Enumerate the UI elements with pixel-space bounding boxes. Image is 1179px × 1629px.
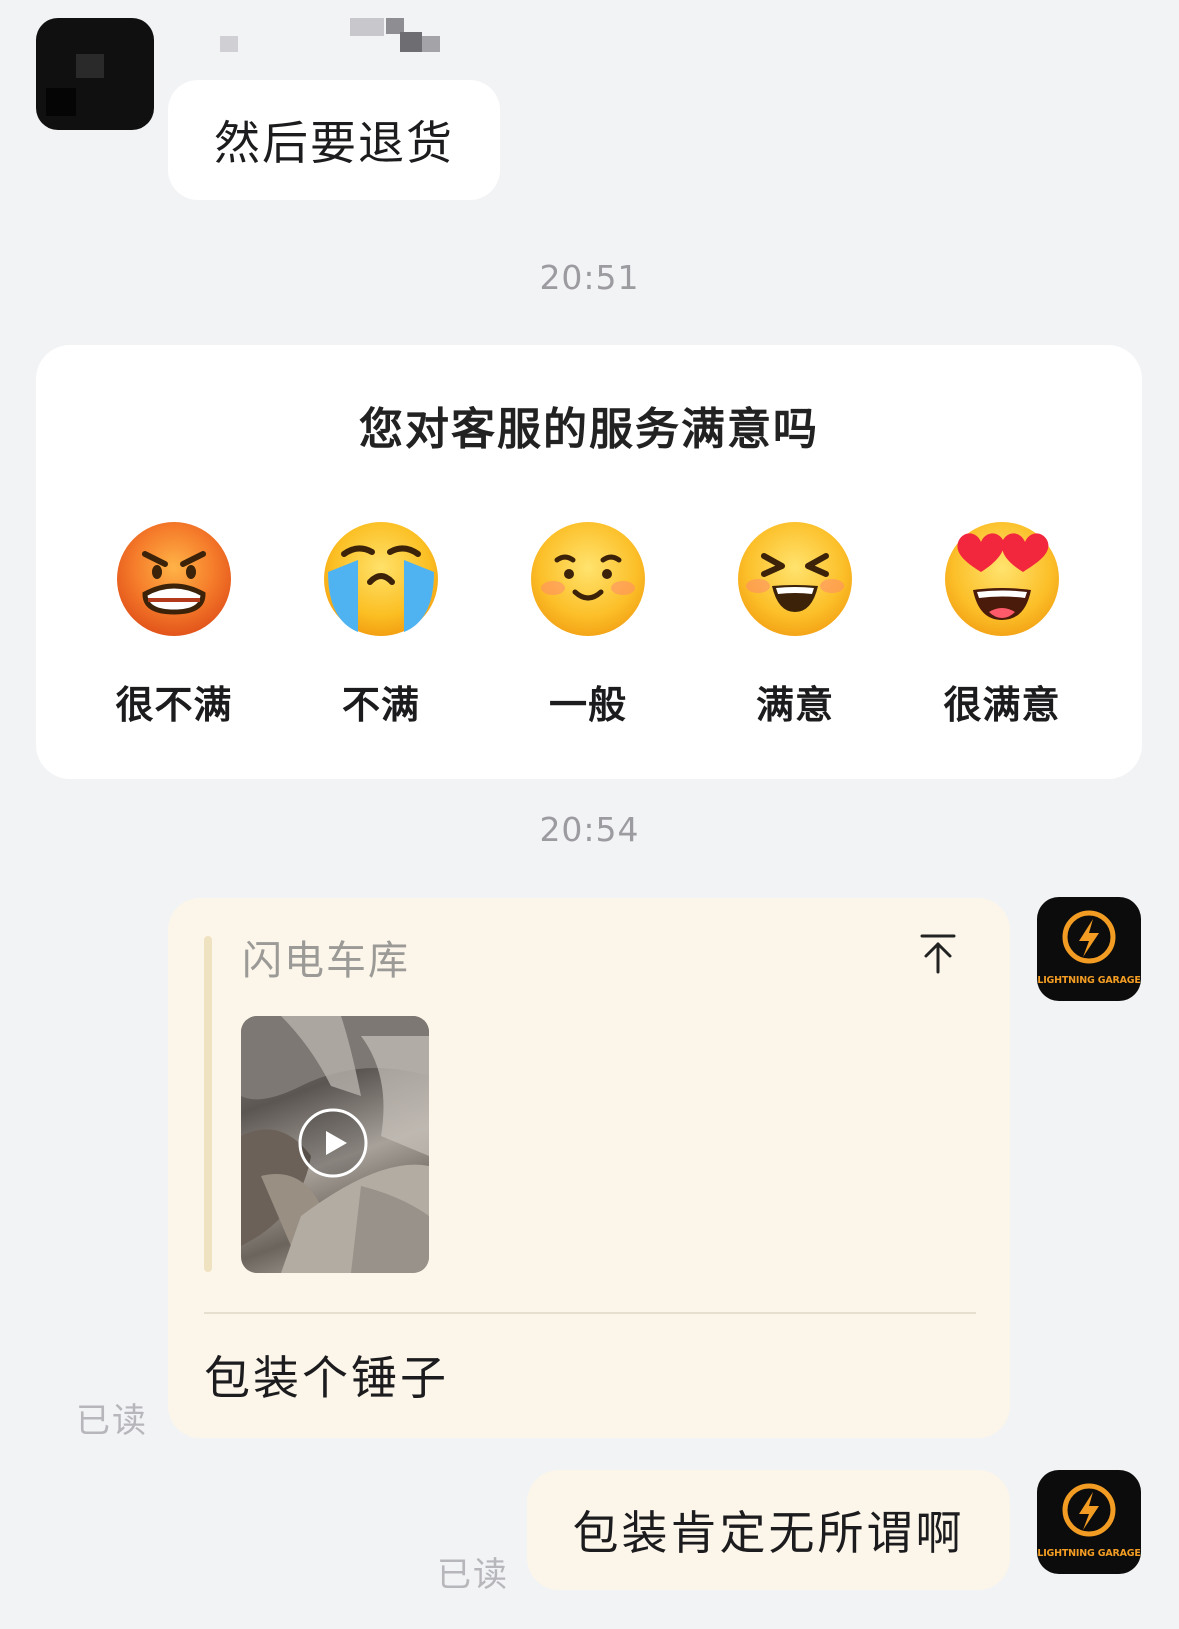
scroll-to-quote-icon[interactable] — [918, 932, 958, 976]
brand-text: LIGHTNING GARAGE — [1037, 1548, 1141, 1559]
video-thumbnail[interactable] — [241, 1016, 429, 1273]
rating-option-neutral[interactable]: 一般 — [498, 520, 678, 740]
rating-label: 满意 — [755, 683, 834, 727]
lightning-logo-icon — [1062, 1483, 1116, 1537]
rating-option-very-satisfied[interactable]: 很满意 — [912, 520, 1092, 740]
quote-divider — [204, 1312, 976, 1314]
incoming-message-bubble[interactable]: 然后要退货 — [168, 80, 500, 200]
contact-name-blurred — [200, 18, 460, 58]
outgoing-message-text: 包装肯定无所谓啊 — [572, 1506, 965, 1560]
play-icon[interactable] — [298, 1108, 368, 1178]
grinning-squint-face-icon — [738, 522, 852, 636]
rating-label: 不满 — [341, 683, 420, 727]
quoted-sender-name: 闪电车库 — [242, 938, 410, 984]
rating-label: 很满意 — [943, 683, 1061, 727]
reply-text: 包装个锤子 — [204, 1351, 449, 1405]
quote-bar — [204, 936, 212, 1272]
crying-face-icon — [324, 522, 438, 636]
read-status: 已读 — [437, 1555, 509, 1595]
contact-avatar[interactable] — [36, 18, 154, 130]
timestamp: 20:54 — [539, 810, 640, 849]
read-status: 已读 — [76, 1401, 148, 1441]
heart-eyes-face-icon — [945, 522, 1059, 636]
rating-label: 一般 — [548, 683, 627, 727]
angry-face-icon — [117, 522, 231, 636]
incoming-message-text: 然后要退货 — [214, 116, 454, 170]
rating-option-very-dissatisfied[interactable]: 很不满 — [84, 520, 264, 740]
quoted-message-bubble[interactable]: 闪电车库 包装个锤子 — [168, 898, 1010, 1438]
satisfaction-survey-card: 您对客服的服务满意吗 很不满 不满 一般 满意 很满意 — [36, 345, 1142, 779]
neutral-smile-face-icon — [531, 522, 645, 636]
rating-label: 很不满 — [115, 683, 233, 727]
outgoing-message-bubble[interactable]: 包装肯定无所谓啊 — [527, 1470, 1010, 1590]
survey-title: 您对客服的服务满意吗 — [359, 404, 819, 455]
shop-avatar[interactable]: LIGHTNING GARAGE — [1037, 1470, 1141, 1574]
timestamp: 20:51 — [539, 258, 640, 297]
rating-option-dissatisfied[interactable]: 不满 — [291, 520, 471, 740]
shop-avatar[interactable]: LIGHTNING GARAGE — [1037, 897, 1141, 1001]
lightning-logo-icon — [1062, 910, 1116, 964]
rating-option-satisfied[interactable]: 满意 — [705, 520, 885, 740]
brand-text: LIGHTNING GARAGE — [1037, 975, 1141, 986]
